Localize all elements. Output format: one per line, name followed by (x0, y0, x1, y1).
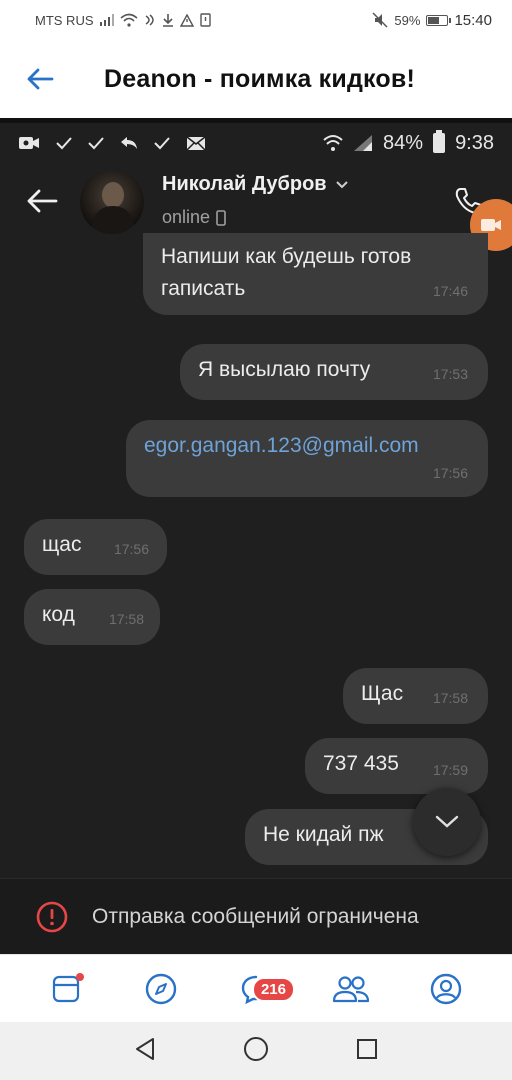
battery-level (428, 16, 440, 24)
clock: 15:40 (454, 11, 492, 29)
download-icon (162, 14, 173, 27)
wifi-icon (119, 13, 138, 27)
avatar-body (92, 206, 134, 234)
inner-battery-percent: 84% (383, 131, 424, 154)
email-link[interactable]: egor.gangan.123@gmail.com (144, 430, 470, 462)
check-icon (56, 137, 72, 150)
carrier-label: MTS RUS (35, 12, 94, 28)
tab-profile[interactable] (418, 961, 474, 1017)
message-time: 17:53 (432, 366, 468, 382)
message-bubble-out[interactable]: Напиши как будешь готов гаписать 17:46 (143, 233, 488, 315)
friends-icon (333, 975, 370, 1002)
nav-home-button[interactable] (243, 1036, 269, 1067)
avatar[interactable] (80, 170, 144, 234)
scroll-down-button[interactable] (413, 788, 481, 856)
contact-name-label: Николай Дубров (162, 173, 327, 195)
wifi-icon (323, 135, 343, 151)
message-bubble-out[interactable]: 737 435 17:59 (305, 738, 488, 794)
restriction-text: Отправка сообщений ограничена (92, 904, 419, 928)
avatar-head (102, 182, 124, 208)
message-bubble-out[interactable]: egor.gangan.123@gmail.com 17:56 (126, 420, 488, 497)
reply-icon (121, 137, 137, 149)
message-text: код (42, 603, 75, 626)
inner-status-icons (18, 135, 206, 151)
profile-icon (431, 973, 462, 1004)
message-time: 17:56 (432, 465, 468, 481)
message-text: Щас (361, 682, 404, 705)
mail-icon (186, 135, 206, 151)
circle-home-icon (243, 1036, 268, 1061)
contact-name[interactable]: Николай Дубров (162, 173, 349, 196)
square-recents-icon (357, 1038, 378, 1059)
message-text: Напиши как будешь готов (161, 245, 412, 268)
message-bubble-in[interactable]: код 17:58 (24, 589, 160, 645)
signal-icon (354, 135, 373, 151)
chevron-down-icon (335, 180, 348, 188)
inner-status-bar: 84% 9:38 (0, 123, 512, 163)
status-right: 59% 15:40 (372, 12, 492, 29)
system-nav-bar (0, 1022, 512, 1080)
warning-circle-icon (36, 901, 68, 932)
message-text: Не кидай пж (263, 823, 384, 846)
video-camera-icon (19, 137, 39, 149)
message-bubble-in[interactable]: щас 17:56 (24, 519, 167, 575)
nav-back-button[interactable] (134, 1037, 156, 1066)
message-time: 17:58 (108, 611, 144, 627)
nav-recents-button[interactable] (356, 1038, 378, 1065)
sim-alert-icon (199, 13, 211, 27)
battery-icon (433, 130, 446, 153)
triangle-back-icon (135, 1037, 154, 1060)
message-time: 17:59 (432, 762, 468, 778)
message-text: Я высылаю почту (198, 358, 371, 381)
back-arrow-icon (27, 68, 54, 90)
mute-icon (372, 12, 388, 28)
message-bubble-out[interactable]: Я высылаю почту 17:53 (180, 344, 488, 400)
page-title: Deanon - поимка кидков! (104, 64, 415, 93)
message-time: 17:56 (113, 541, 149, 557)
chevron-down-icon (435, 815, 459, 828)
message-list[interactable]: Напиши как будешь готов гаписать 17:46 Я… (0, 233, 512, 878)
battery-percent: 59% (394, 12, 421, 28)
status-left: MTS RUS (35, 13, 211, 28)
signal-icon (99, 14, 114, 26)
contact-status-label: online (162, 207, 211, 227)
message-text: 737 435 (323, 752, 399, 775)
chat-header: Николай Дубров online (0, 163, 512, 251)
battery-icon (426, 14, 452, 26)
message-text: щас (42, 533, 82, 556)
message-bubble-out[interactable]: Щас 17:58 (343, 668, 488, 724)
restriction-notice: Отправка сообщений ограничена (0, 878, 512, 954)
embedded-screenshot: 84% 9:38 Николай Дубров online Напиши ка… (0, 118, 512, 954)
back-arrow-icon (27, 189, 58, 213)
message-text: гаписать (161, 277, 246, 300)
messages-badge: 216 (251, 976, 295, 1002)
inner-clock: 9:38 (455, 131, 494, 154)
check-icon (88, 137, 104, 150)
message-time: 17:46 (432, 283, 468, 299)
tab-messages[interactable]: 216 (228, 961, 295, 1017)
mobile-device-icon (216, 209, 226, 226)
tab-friends[interactable] (323, 961, 379, 1017)
message-time: 17:58 (432, 690, 468, 706)
compass-icon (145, 973, 176, 1004)
tab-news[interactable] (38, 961, 94, 1017)
app-header: Deanon - поимка кидков! (0, 40, 512, 118)
tab-explore[interactable] (133, 961, 189, 1017)
contact-status: online (162, 207, 226, 228)
os-status-bar: MTS RUS 59% 15:40 (0, 0, 512, 40)
bottom-tab-bar: 216 (0, 954, 512, 1022)
inner-status-right: 84% 9:38 (323, 130, 494, 155)
notification-dot (75, 972, 84, 981)
chat-back-button[interactable] (22, 181, 62, 221)
back-button[interactable] (0, 40, 80, 118)
check-icon (154, 137, 170, 150)
video-camera-icon (481, 219, 501, 231)
nfc-icon (145, 14, 154, 26)
alert-triangle-icon (179, 13, 194, 27)
